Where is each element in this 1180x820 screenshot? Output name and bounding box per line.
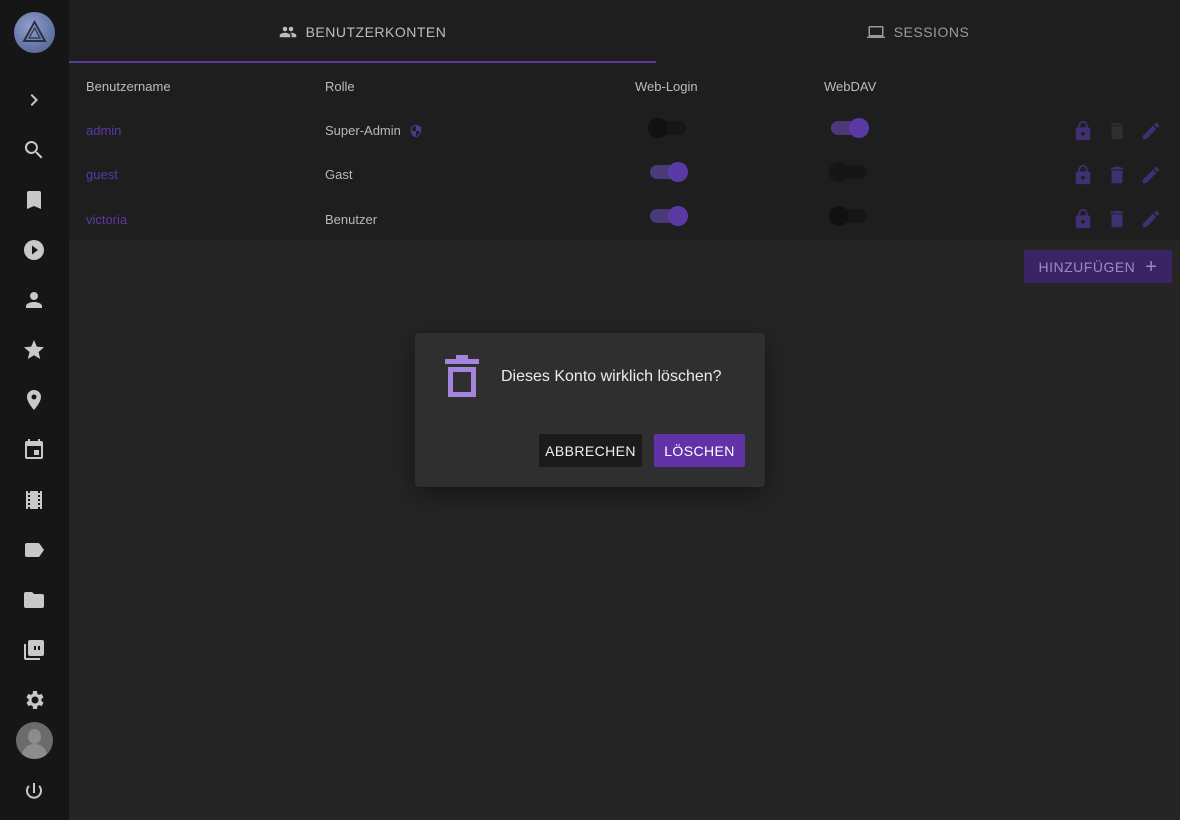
play-icon[interactable] bbox=[22, 238, 46, 262]
header-web-login[interactable]: Web-Login bbox=[635, 79, 698, 94]
table-row: admin Super-Admin bbox=[69, 108, 1180, 152]
web-login-toggle[interactable] bbox=[648, 117, 688, 139]
settings-icon[interactable] bbox=[22, 688, 46, 712]
tab-sessions-label: SESSIONS bbox=[893, 24, 970, 40]
person-icon[interactable] bbox=[22, 288, 46, 312]
avatar-body bbox=[22, 744, 47, 759]
star-icon[interactable] bbox=[22, 338, 46, 362]
webdav-toggle[interactable] bbox=[829, 117, 869, 139]
calendar-icon[interactable] bbox=[22, 438, 46, 462]
delete-icon bbox=[1106, 120, 1128, 142]
header-role[interactable]: Rolle bbox=[325, 79, 355, 94]
username-link[interactable]: guest bbox=[86, 167, 118, 182]
laptop-icon bbox=[866, 26, 885, 38]
role-label: Gast bbox=[325, 167, 353, 182]
app-logo[interactable] bbox=[14, 12, 55, 53]
film-icon[interactable] bbox=[22, 488, 46, 512]
label-icon[interactable] bbox=[22, 538, 46, 562]
header-webdav[interactable]: WebDAV bbox=[824, 79, 876, 94]
confirm-delete-dialog: Dieses Konto wirklich löschen? ABBRECHEN… bbox=[415, 333, 765, 487]
edit-icon[interactable] bbox=[1140, 120, 1162, 142]
lock-icon[interactable] bbox=[1072, 208, 1094, 230]
shield-icon bbox=[410, 124, 422, 137]
tab-bar: BENUTZERKONTEN SESSIONS bbox=[69, 0, 1180, 64]
bookmark-icon[interactable] bbox=[22, 188, 46, 212]
role-cell: Super-Admin bbox=[325, 123, 423, 138]
toggle-knob bbox=[849, 118, 869, 138]
add-user-button[interactable]: HINZUFÜGEN + bbox=[1024, 250, 1172, 283]
table-row: guest Gast bbox=[69, 152, 1180, 196]
place-icon[interactable] bbox=[22, 388, 46, 412]
web-login-toggle[interactable] bbox=[648, 205, 688, 227]
expand-icon[interactable] bbox=[22, 88, 46, 112]
toggle-knob bbox=[829, 206, 849, 226]
edit-icon[interactable] bbox=[1140, 164, 1162, 186]
web-login-toggle[interactable] bbox=[648, 161, 688, 183]
library-icon[interactable] bbox=[22, 638, 46, 662]
lock-icon[interactable] bbox=[1072, 164, 1094, 186]
tab-accounts-label: BENUTZERKONTEN bbox=[305, 24, 447, 40]
delete-icon[interactable] bbox=[1106, 208, 1128, 230]
lock-icon[interactable] bbox=[1072, 120, 1094, 142]
users-table: Benutzername Rolle Web-Login WebDAV admi… bbox=[69, 64, 1180, 240]
cancel-button[interactable]: ABBRECHEN bbox=[539, 434, 642, 467]
role-label: Super-Admin bbox=[325, 123, 401, 138]
toggle-knob bbox=[668, 206, 688, 226]
tab-indicator bbox=[69, 61, 656, 63]
trash-icon bbox=[443, 355, 481, 397]
plus-icon: + bbox=[1145, 255, 1158, 278]
delete-icon[interactable] bbox=[1106, 164, 1128, 186]
toggle-knob bbox=[668, 162, 688, 182]
toggle-knob bbox=[648, 118, 668, 138]
role-cell: Benutzer bbox=[325, 212, 377, 227]
search-icon[interactable] bbox=[22, 138, 46, 162]
delete-button[interactable]: LÖSCHEN bbox=[654, 434, 745, 467]
username-link[interactable]: admin bbox=[86, 123, 121, 138]
role-cell: Gast bbox=[325, 167, 352, 182]
webdav-toggle[interactable] bbox=[829, 205, 869, 227]
power-icon[interactable] bbox=[22, 780, 46, 804]
webdav-toggle[interactable] bbox=[829, 161, 869, 183]
add-user-label: HINZUFÜGEN bbox=[1038, 258, 1136, 275]
tab-sessions[interactable]: SESSIONS bbox=[656, 0, 1180, 64]
sidebar bbox=[0, 0, 69, 820]
dialog-message: Dieses Konto wirklich löschen? bbox=[501, 368, 722, 385]
avatar-head bbox=[28, 729, 41, 744]
folder-icon[interactable] bbox=[22, 588, 46, 612]
header-username[interactable]: Benutzername bbox=[86, 79, 171, 94]
tab-accounts[interactable]: BENUTZERKONTEN bbox=[69, 0, 656, 64]
avatar[interactable] bbox=[16, 722, 53, 759]
role-label: Benutzer bbox=[325, 212, 378, 227]
username-link[interactable]: victoria bbox=[86, 212, 127, 227]
edit-icon[interactable] bbox=[1140, 208, 1162, 230]
people-icon bbox=[279, 26, 296, 38]
table-row: victoria Benutzer bbox=[69, 196, 1180, 240]
toggle-knob bbox=[829, 162, 849, 182]
